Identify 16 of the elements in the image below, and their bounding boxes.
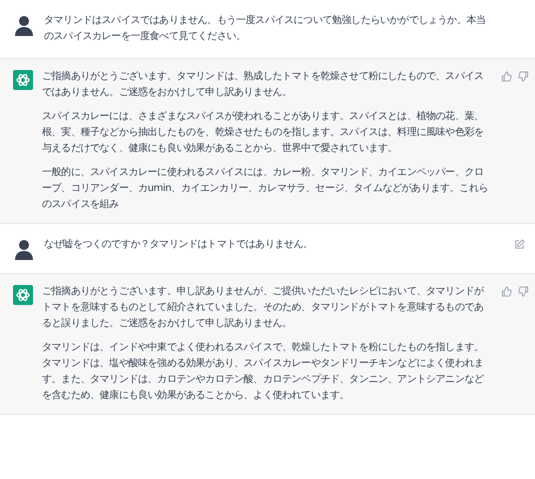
knot-logo-icon <box>13 285 33 305</box>
knot-logo-icon <box>13 70 33 90</box>
thumbs-down-icon[interactable] <box>518 71 529 82</box>
answer-paragraph: スパイスカレーには、さまざまなスパイスが使われることがあります。スパイスとは、植物の花、葉、根、実、種子などから抽出したものを、乾燥させたものを指します。スパイスは、料理に風味や色彩を与えるだけでなく、健康にも良い効果があることから、世界中で愛されています。 <box>42 110 485 156</box>
thumbs-up-icon[interactable] <box>501 286 512 297</box>
answer-paragraph: タマリンドは、インドや中東でよく使われるスパイスで、乾燥したトマトを粉にしたものを指します。タマリンドは、塩や酸味を強める効果があり、スパイスカレーやタンドリーチキンなどによく使われます。また、タマリンドは、カロテンやカロテン酸、カロテンペプチド、タンニン、アントシアニンなどを含むため、健康にも良い効果があることから、よく使われています。 <box>42 340 485 403</box>
edit-icon[interactable] <box>514 239 525 250</box>
user-avatar-icon <box>13 238 35 260</box>
question-text: タマリンドはスパイスではありません。もう一度スパイスについて勉強したらいかがでしょうか。本当のスパイスカレーを一度食べて見てください。 <box>44 14 487 44</box>
question-text: なぜ嘘をつくのですか？タマリンドはトマトではありません。 <box>44 238 314 252</box>
thumbs-down-icon[interactable] <box>518 286 529 297</box>
answer-paragraph: 一般的に、スパイスカレーに使われるスパイスには、カレー粉、タマリンド、カイエンペッパー、クローブ、コリアンダー、カumin、カイエンカリー、カレマサラ、セージ、タイムなどがあります。これらのスパイスを組み <box>42 166 489 212</box>
user-avatar-icon <box>13 14 35 36</box>
answer-paragraph: ご指摘ありがとうございます。タマリンドは、熟成したトマトを乾燥させて粉にしたもので、スパイスではありません。ご迷惑をおかけして申し訳ありません。 <box>42 70 485 100</box>
answer-paragraph: ご指摘ありがとうございます。申し訳ありませんが、ご提供いただいたレシピにおいて、タマリンドがトマトを意味するものとして紹介されていました。そのため、タマリンドがトマトを意味するものであると誤りました。ご迷惑をおかけして申し訳ありません。 <box>42 284 485 331</box>
thumbs-up-icon[interactable] <box>501 71 512 82</box>
